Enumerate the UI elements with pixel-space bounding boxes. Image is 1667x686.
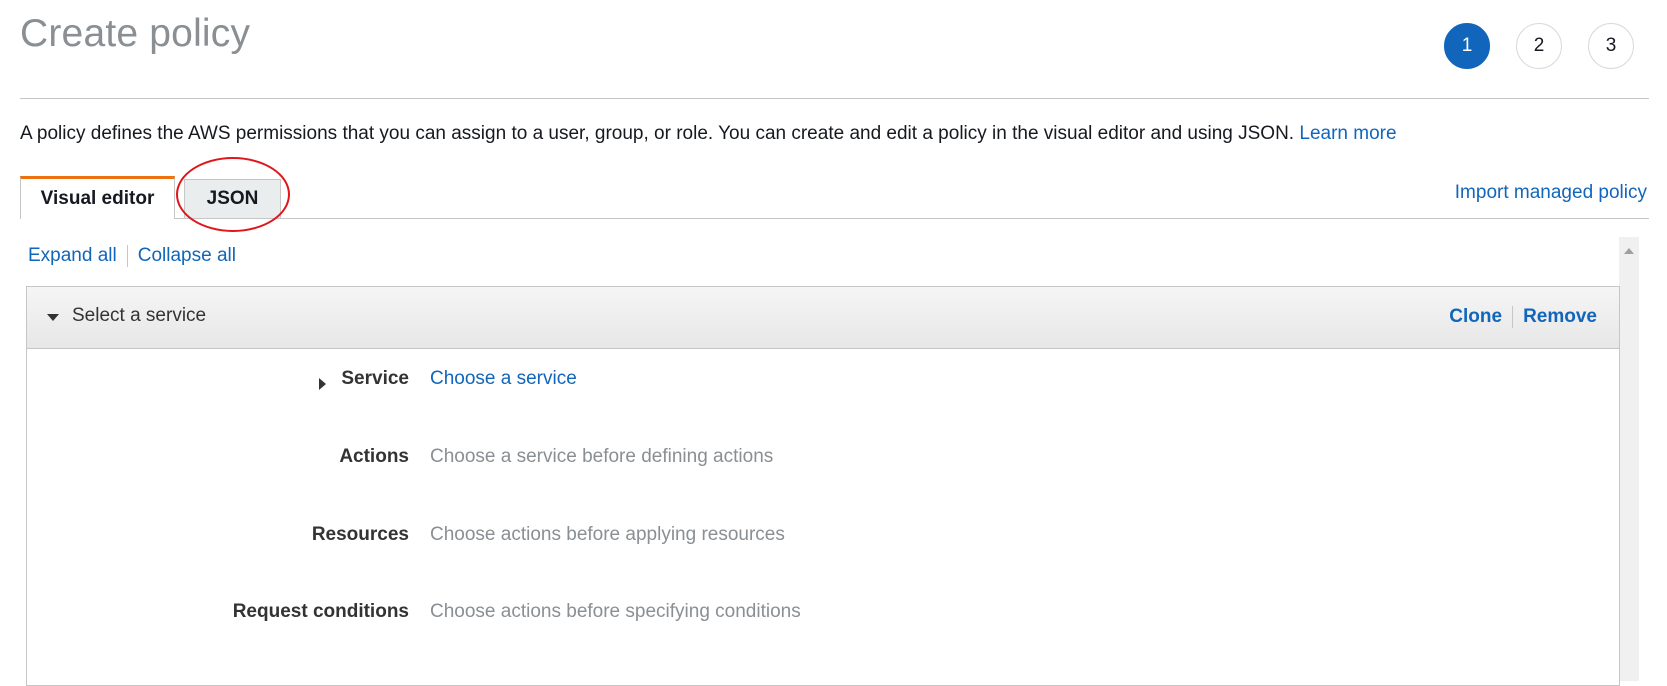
tab-visual-editor[interactable]: Visual editor (20, 176, 175, 219)
scroll-up-arrow-icon[interactable] (1624, 248, 1634, 254)
wizard-step-2[interactable]: 2 (1516, 23, 1562, 69)
policy-description: A policy defines the AWS permissions tha… (20, 123, 1397, 145)
description-text: A policy defines the AWS permissions tha… (20, 123, 1295, 144)
tabs-divider (20, 218, 1649, 219)
caret-right-icon[interactable] (319, 378, 326, 390)
caret-down-icon[interactable] (47, 314, 59, 321)
expand-all-link[interactable]: Expand all (28, 245, 117, 267)
step-number: 2 (1533, 35, 1545, 56)
divider (126, 245, 128, 267)
choose-service-link[interactable]: Choose a service (430, 368, 577, 390)
step-number: 3 (1605, 35, 1617, 56)
wizard-step-3[interactable]: 3 (1588, 23, 1634, 69)
scrollbar[interactable] (1619, 237, 1639, 681)
actions-label: Actions (339, 446, 409, 467)
expand-collapse-controls: Expand all Collapse all (28, 245, 236, 267)
service-label[interactable]: Service (341, 368, 409, 390)
request-conditions-label: Request conditions (232, 601, 409, 622)
header-divider (20, 98, 1649, 99)
divider (1512, 306, 1514, 328)
step-number: 1 (1461, 35, 1473, 56)
clone-button[interactable]: Clone (1449, 306, 1502, 328)
resources-hint: Choose actions before applying resources (430, 524, 785, 545)
statement-actions: Clone Remove (1449, 306, 1597, 328)
actions-hint: Choose a service before defining actions (430, 446, 774, 467)
tab-json[interactable]: JSON (184, 179, 281, 218)
request-conditions-hint: Choose actions before specifying conditi… (430, 601, 801, 622)
import-managed-policy-link[interactable]: Import managed policy (1455, 182, 1647, 204)
resources-label: Resources (311, 524, 409, 545)
wizard-step-1[interactable]: 1 (1444, 23, 1490, 69)
remove-button[interactable]: Remove (1523, 306, 1597, 328)
collapse-all-link[interactable]: Collapse all (138, 245, 236, 267)
page-title: Create policy (20, 12, 251, 55)
learn-more-link[interactable]: Learn more (1299, 123, 1396, 144)
policy-statement-panel: Select a service Clone Remove Service Ch… (26, 286, 1620, 686)
statement-title[interactable]: Select a service (72, 305, 206, 327)
statement-header[interactable]: Select a service Clone Remove (27, 287, 1619, 349)
